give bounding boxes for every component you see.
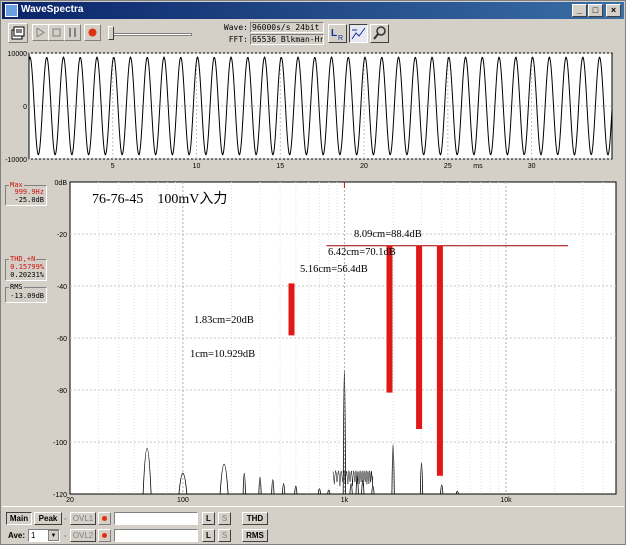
thd-value-1: 0.15799% (10, 263, 44, 271)
waveform-x-tick: 5 (111, 163, 115, 170)
peak-button[interactable]: Peak (34, 512, 62, 525)
chevron-down-icon[interactable]: ▼ (48, 530, 59, 541)
open-file-button[interactable] (8, 23, 28, 43)
waveform-x-tick: 15 (276, 163, 284, 170)
thd-button[interactable]: THD (242, 512, 268, 525)
peak-frequency: 999.9Hz (14, 188, 44, 196)
annotation-label: 6.42cm=70.1dB (328, 247, 396, 258)
annotation-label: 1cm=10.929dB (190, 349, 255, 360)
overlay2-record-button[interactable] (98, 529, 111, 542)
stop-icon (52, 28, 61, 37)
annotation-label: 8.09cm=88.4dB (354, 229, 422, 240)
waveform-chart[interactable]: 10000 0 -10000 5 10 15 20 25 30 ms (2, 48, 624, 176)
rms-value: -13.09dB (10, 292, 44, 300)
app-icon (5, 4, 18, 17)
main-button[interactable]: Main (6, 512, 32, 525)
wave-label: Wave: (223, 23, 248, 32)
display-mode-icon (351, 27, 366, 40)
average-value: 1 (31, 531, 36, 540)
wave-format-display: 96000s/s 24bit Stereo (250, 22, 324, 33)
pause-button[interactable] (64, 24, 81, 41)
pause-icon (69, 28, 76, 37)
spectrum-panel[interactable]: 0dB -20 -40 -60 -80 -100 -120 20 100 1k 10k 76-76-4… (2, 179, 624, 504)
display-mode-button[interactable] (349, 24, 368, 43)
spectrum-x-tick: 10k (500, 497, 512, 504)
annotation-label: 1.83cm=20dB (194, 315, 254, 326)
overlay1-field[interactable] (114, 512, 198, 525)
wrench-icon (373, 26, 386, 40)
app-window: WaveSpectra _ □ × Wave: 96000s/s 24bit S… (0, 0, 626, 545)
record-button[interactable] (84, 24, 101, 41)
overlay2-field[interactable] (114, 529, 198, 542)
thd-value-2: 0.20231% (10, 271, 44, 279)
rms-button[interactable]: RMS (242, 529, 268, 542)
fft-settings-display: 65536 Blkman-Hr fps: (250, 34, 324, 45)
svg-text:L: L (331, 28, 337, 39)
bottom-control-bar: Main Peak Ave: 1 ▼ - OVL1 L S - OVL2 L S… (2, 506, 624, 544)
stop-button[interactable] (48, 24, 65, 41)
spectrum-x-tick: 1k (341, 497, 349, 504)
spectrum-y-tick: -60 (57, 336, 67, 343)
toolbar: Wave: 96000s/s 24bit Stereo FFT: 65536 B… (2, 20, 624, 47)
waveform-y-tick: 10000 (8, 51, 28, 58)
channel-lr-button[interactable]: LR (328, 24, 347, 43)
play-icon (36, 28, 45, 37)
peak-readout-label: Max (9, 181, 24, 189)
play-button[interactable] (32, 24, 49, 41)
record-icon (88, 28, 97, 37)
annotation-red-bar (288, 283, 295, 336)
waveform-x-tick: 20 (360, 163, 368, 170)
spectrum-chart[interactable]: 0dB -20 -40 -60 -80 -100 -12020 100 1k 10k 76-76-4… (2, 179, 624, 504)
overlay2-save-button[interactable]: S (218, 529, 231, 542)
waveform-x-tick: 10 (193, 163, 201, 170)
peak-readout: Max 999.9Hz -25.0dB (5, 181, 47, 206)
overlay1-button[interactable]: OVL1 (70, 512, 96, 525)
average-select[interactable]: 1 ▼ (28, 529, 60, 542)
rms-readout: RMS -13.09dB (5, 283, 47, 303)
spectrum-x-tick: 20 (66, 497, 74, 504)
settings-button[interactable] (370, 24, 389, 43)
spectrum-y-tick: -80 (57, 388, 67, 395)
waveform-x-unit: ms (473, 163, 483, 170)
channel-lr-icon: LR (331, 28, 343, 42)
spectrum-y-tick: -120 (53, 492, 67, 499)
waveform-y-tick: 0 (23, 104, 27, 111)
annotation-red-bar (386, 245, 393, 393)
spectrum-y-tick: -40 (57, 284, 67, 291)
average-label: Ave: (8, 531, 26, 540)
waveform-x-tick: 25 (444, 163, 452, 170)
spectrum-x-tick: 100 (177, 497, 189, 504)
spectrum-y-tick: 0dB (55, 180, 68, 187)
rms-readout-label: RMS (9, 283, 24, 291)
minimize-button[interactable]: _ (572, 4, 587, 17)
fft-label: FFT: (228, 35, 248, 44)
spectrum-y-tick: -20 (57, 232, 67, 239)
annotation-title: 76-76-45 100mV入力 (92, 191, 227, 207)
thd-readout: THD,+N 0.15799% 0.20231% (5, 255, 47, 281)
overlay1-load-button[interactable]: L (202, 512, 215, 525)
overlay2-load-button[interactable]: L (202, 529, 215, 542)
annotation-red-bar (436, 245, 443, 476)
waveform-x-tick: 30 (528, 163, 536, 170)
position-slider-thumb[interactable] (108, 26, 114, 40)
waveform-y-tick: -10000 (5, 157, 27, 164)
overlay2-button[interactable]: OVL2 (70, 529, 96, 542)
annotation-red-bar (416, 245, 423, 429)
maximize-button[interactable]: □ (588, 4, 603, 17)
waveform-panel[interactable]: 10000 0 -10000 5 10 15 20 25 30 ms (2, 48, 624, 176)
overlay1-save-button[interactable]: S (218, 512, 231, 525)
annotation-label: 5.16cm=56.4dB (300, 264, 368, 275)
waveform-plot-area[interactable] (28, 52, 613, 160)
close-button[interactable]: × (606, 4, 621, 17)
overlay1-record-button[interactable] (98, 512, 111, 525)
peak-level: -25.0dB (14, 196, 44, 204)
svg-text:R: R (338, 35, 343, 42)
thd-readout-label: THD,+N (9, 255, 37, 263)
window-title: WaveSpectra (21, 4, 84, 15)
title-bar[interactable]: WaveSpectra _ □ × (2, 2, 624, 19)
spectrum-y-tick: -100 (53, 440, 67, 447)
open-file-icon (11, 26, 25, 40)
